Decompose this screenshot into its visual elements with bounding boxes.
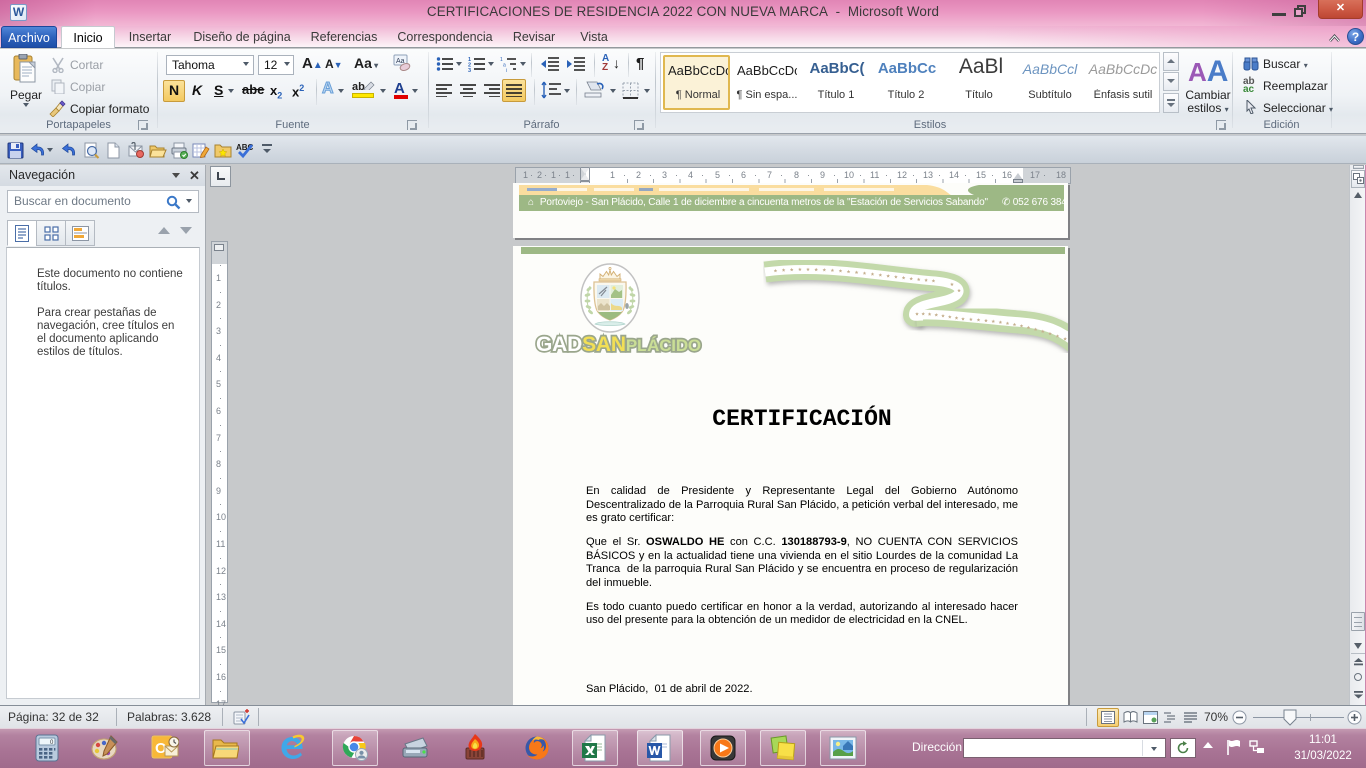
svg-text:i: i	[506, 68, 507, 72]
svg-text:3: 3	[468, 68, 471, 72]
